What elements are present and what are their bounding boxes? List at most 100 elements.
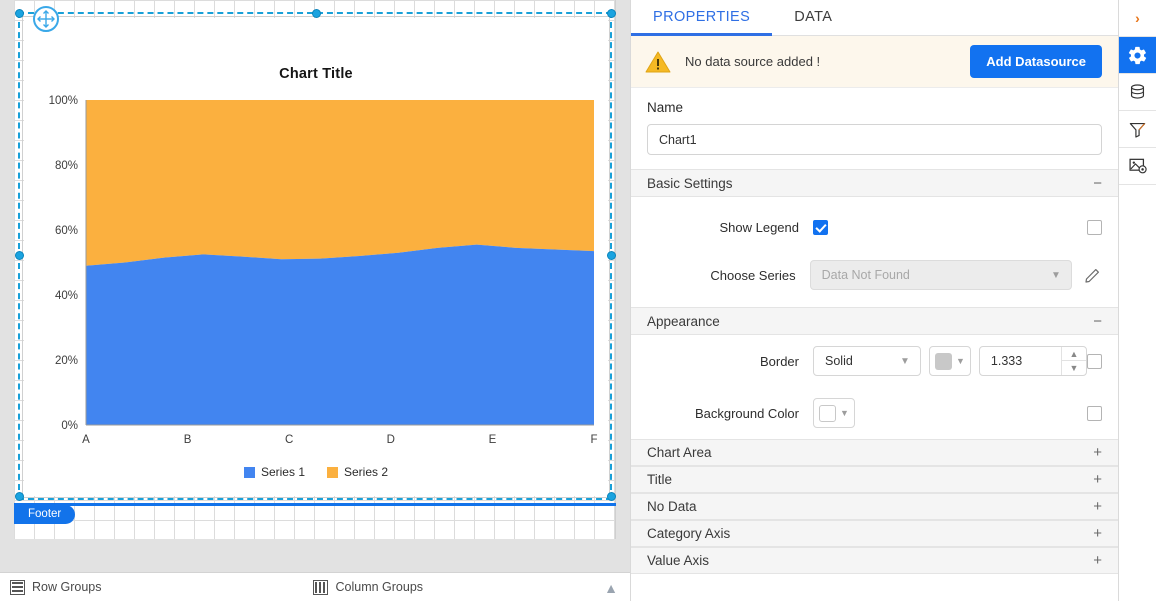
column-groups-label: Column Groups — [335, 580, 423, 594]
rail-chart-settings-button[interactable] — [1119, 148, 1156, 185]
background-color-swatch — [819, 405, 836, 422]
svg-text:B: B — [184, 434, 192, 446]
pencil-icon[interactable] — [1084, 266, 1102, 284]
footer-band-tab[interactable]: Footer — [14, 505, 75, 524]
choose-series-label: Choose Series — [647, 268, 796, 283]
choose-series-select[interactable]: Data Not Found ▼ — [810, 260, 1072, 290]
svg-text:0%: 0% — [61, 420, 78, 432]
show-legend-expression-checkbox[interactable] — [1087, 220, 1102, 235]
no-datasource-message: No data source added ! — [685, 54, 970, 69]
minus-icon[interactable]: − — [1093, 314, 1102, 329]
section-title-chart-area: Chart Area — [647, 445, 1093, 460]
section-header-chart-area[interactable]: Chart Area + — [631, 439, 1118, 466]
tab-data[interactable]: DATA — [772, 0, 854, 36]
chart-designer-app: Chart Title 0%20%40%60%80%100%ABCDEF Ser… — [0, 0, 1156, 601]
plus-icon[interactable]: + — [1093, 472, 1102, 487]
border-style-select[interactable]: Solid ▼ — [813, 346, 921, 376]
no-datasource-banner: No data source added ! Add Datasource — [631, 36, 1118, 88]
resize-handle-middle-left[interactable] — [15, 251, 24, 260]
chevron-right-icon: › — [1135, 10, 1140, 26]
resize-handle-top-right[interactable] — [607, 9, 616, 18]
section-title-title: Title — [647, 472, 1093, 487]
border-width-value: 1.333 — [980, 347, 1061, 375]
chart-plot: 0%20%40%60%80%100%ABCDEF — [24, 18, 608, 496]
svg-text:20%: 20% — [55, 355, 78, 367]
resize-handle-bottom-left[interactable] — [15, 492, 24, 501]
footer-band-rule — [14, 503, 616, 506]
resize-handle-middle-right[interactable] — [607, 251, 616, 260]
plus-icon[interactable]: + — [1093, 445, 1102, 460]
show-legend-row: Show Legend — [631, 197, 1118, 243]
chart-legend: Series 1 Series 2 — [24, 465, 608, 479]
chevron-down-icon: ▼ — [956, 356, 965, 366]
properties-panel: PROPERTIES DATA No data source added ! A… — [630, 0, 1156, 601]
tab-properties[interactable]: PROPERTIES — [631, 0, 772, 36]
name-input[interactable] — [647, 124, 1102, 155]
resize-handle-top-center[interactable] — [312, 9, 321, 18]
plus-icon[interactable]: + — [1093, 553, 1102, 568]
chevron-double-up-icon[interactable]: ▲ — [604, 580, 618, 596]
legend-item: Series 2 — [327, 465, 388, 479]
row-groups-button[interactable]: Row Groups — [10, 580, 101, 595]
add-datasource-button[interactable]: Add Datasource — [970, 45, 1102, 78]
stepper-down-icon[interactable]: ▼ — [1062, 361, 1086, 375]
section-header-title[interactable]: Title + — [631, 466, 1118, 493]
rail-expand-button[interactable]: › — [1119, 0, 1156, 37]
svg-text:D: D — [387, 434, 395, 446]
border-color-picker[interactable]: ▼ — [929, 346, 971, 376]
section-title-appearance: Appearance — [647, 314, 1093, 329]
design-canvas[interactable]: Chart Title 0%20%40%60%80%100%ABCDEF Ser… — [0, 0, 630, 601]
svg-text:E: E — [489, 434, 497, 446]
section-header-value-axis[interactable]: Value Axis + — [631, 547, 1118, 574]
border-color-swatch — [935, 353, 952, 370]
section-header-category-axis[interactable]: Category Axis + — [631, 520, 1118, 547]
move-cross-icon[interactable] — [33, 6, 59, 32]
legend-swatch-series1 — [244, 467, 255, 478]
border-style-value: Solid — [825, 354, 890, 368]
section-title-category-axis: Category Axis — [647, 526, 1093, 541]
filter-icon — [1128, 120, 1147, 139]
chevron-down-icon: ▼ — [840, 408, 849, 418]
background-color-label: Background Color — [647, 406, 799, 421]
minus-icon[interactable]: − — [1093, 176, 1102, 191]
background-color-picker[interactable]: ▼ — [813, 398, 855, 428]
border-width-stepper[interactable]: 1.333 ▲ ▼ — [979, 346, 1087, 376]
resize-handle-bottom-right[interactable] — [607, 492, 616, 501]
rail-filter-button[interactable] — [1119, 111, 1156, 148]
svg-text:100%: 100% — [49, 95, 78, 107]
rail-datasource-button[interactable] — [1119, 74, 1156, 111]
properties-panel-content: PROPERTIES DATA No data source added ! A… — [631, 0, 1118, 601]
border-expression-checkbox[interactable] — [1087, 354, 1102, 369]
stepper-up-icon[interactable]: ▲ — [1062, 347, 1086, 361]
plus-icon[interactable]: + — [1093, 499, 1102, 514]
section-header-basic-settings[interactable]: Basic Settings − — [631, 169, 1118, 197]
chart-preview[interactable]: Chart Title 0%20%40%60%80%100%ABCDEF Ser… — [24, 18, 608, 496]
legend-label-series2: Series 2 — [344, 465, 388, 479]
background-color-row: Background Color ▼ — [631, 387, 1118, 439]
designer-statusbar: Row Groups Column Groups ▲ — [0, 572, 630, 601]
stepper-arrows[interactable]: ▲ ▼ — [1061, 347, 1086, 375]
choose-series-value: Data Not Found — [822, 268, 1041, 282]
legend-label-series1: Series 1 — [261, 465, 305, 479]
section-body-basic-settings: Show Legend Choose Series Data Not Found… — [631, 197, 1118, 307]
gear-icon — [1127, 45, 1148, 66]
image-settings-icon — [1128, 156, 1148, 176]
show-legend-label: Show Legend — [647, 220, 799, 235]
svg-text:60%: 60% — [55, 225, 78, 237]
svg-text:80%: 80% — [55, 160, 78, 172]
name-field-label: Name — [647, 100, 1102, 115]
resize-handle-top-left[interactable] — [15, 9, 24, 18]
svg-text:A: A — [82, 434, 90, 446]
plus-icon[interactable]: + — [1093, 526, 1102, 541]
section-header-no-data[interactable]: No Data + — [631, 493, 1118, 520]
rail-properties-button[interactable] — [1119, 37, 1156, 74]
legend-swatch-series2 — [327, 467, 338, 478]
chevron-down-icon: ▼ — [1041, 270, 1071, 281]
show-legend-checkbox[interactable] — [813, 220, 828, 235]
section-title-value-axis: Value Axis — [647, 553, 1093, 568]
section-title-no-data: No Data — [647, 499, 1093, 514]
background-color-expression-checkbox[interactable] — [1087, 406, 1102, 421]
warning-triangle-icon — [645, 50, 671, 74]
section-header-appearance[interactable]: Appearance − — [631, 307, 1118, 335]
column-groups-button[interactable]: Column Groups — [313, 580, 423, 595]
